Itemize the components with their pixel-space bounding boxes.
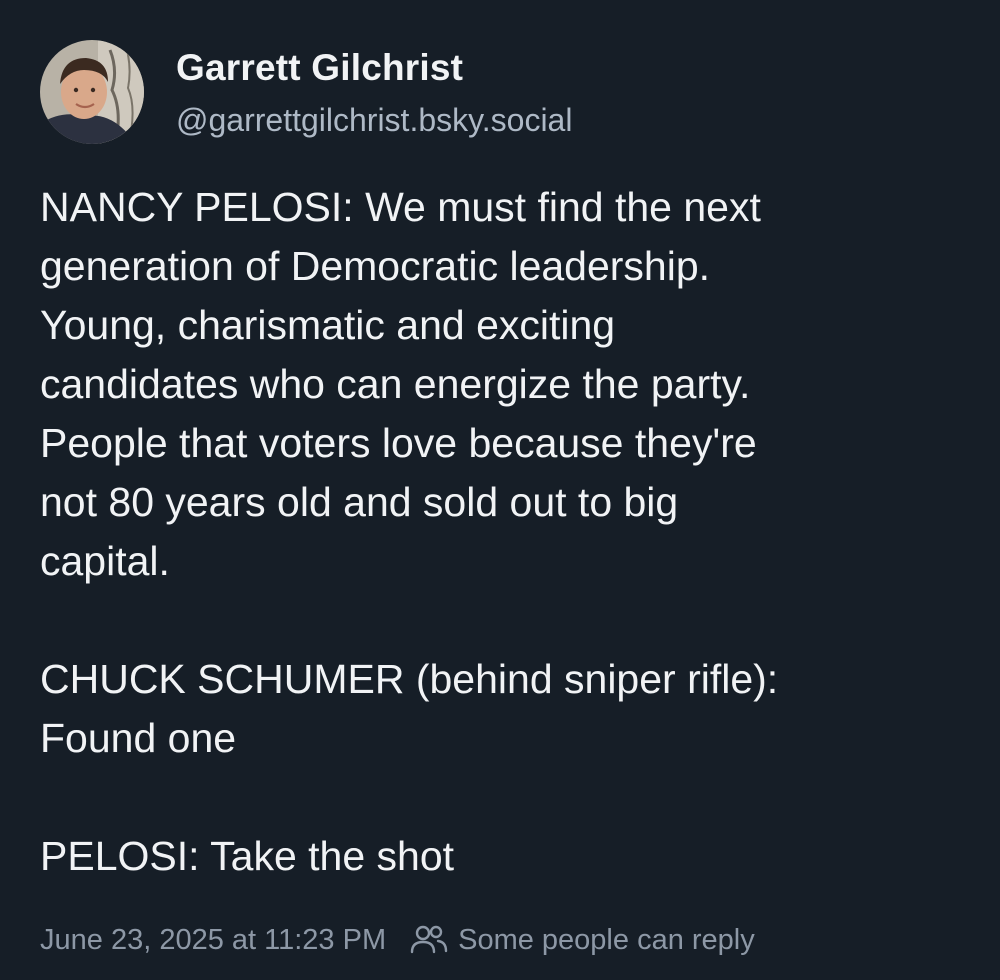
- post-text: NANCY PELOSI: We must find the next gene…: [40, 178, 970, 945]
- post-meta: June 23, 2025 at 11:23 PM Some people ca…: [40, 918, 755, 962]
- post-text-line: candidates who can energize the party.: [40, 361, 751, 407]
- post-text-line: PELOSI: Take the shot: [40, 833, 455, 879]
- post-timestamp[interactable]: June 23, 2025 at 11:23 PM: [40, 924, 386, 957]
- post-text-line: not 80 years old and sold out to big: [40, 479, 679, 525]
- post-text-line: Found one: [40, 715, 237, 761]
- author-display-name[interactable]: Garrett Gilchrist: [176, 46, 572, 90]
- post-paragraph: NANCY PELOSI: We must find the next gene…: [40, 178, 970, 591]
- post-paragraph: CHUCK SCHUMER (behind sniper rifle): Fou…: [40, 650, 970, 768]
- post-text-line: capital.: [40, 538, 170, 584]
- people-icon: [410, 924, 448, 956]
- post-paragraph: PELOSI: Take the shot: [40, 827, 970, 886]
- post-text-line: Young, charismatic and exciting: [40, 302, 616, 348]
- post: Garrett Gilchrist @garrettgilchrist.bsky…: [0, 0, 1000, 980]
- avatar[interactable]: [40, 40, 144, 144]
- reply-setting-label[interactable]: Some people can reply: [458, 924, 755, 957]
- post-text-line: CHUCK SCHUMER (behind sniper rifle):: [40, 656, 779, 702]
- post-text-line: NANCY PELOSI: We must find the next: [40, 184, 761, 230]
- post-text-line: People that voters love because they're: [40, 420, 757, 466]
- user-avatar-icon: [40, 40, 144, 144]
- post-text-line: generation of Democratic leadership.: [40, 243, 711, 289]
- author-info: Garrett Gilchrist @garrettgilchrist.bsky…: [176, 46, 572, 142]
- author-handle[interactable]: @garrettgilchrist.bsky.social: [176, 98, 572, 142]
